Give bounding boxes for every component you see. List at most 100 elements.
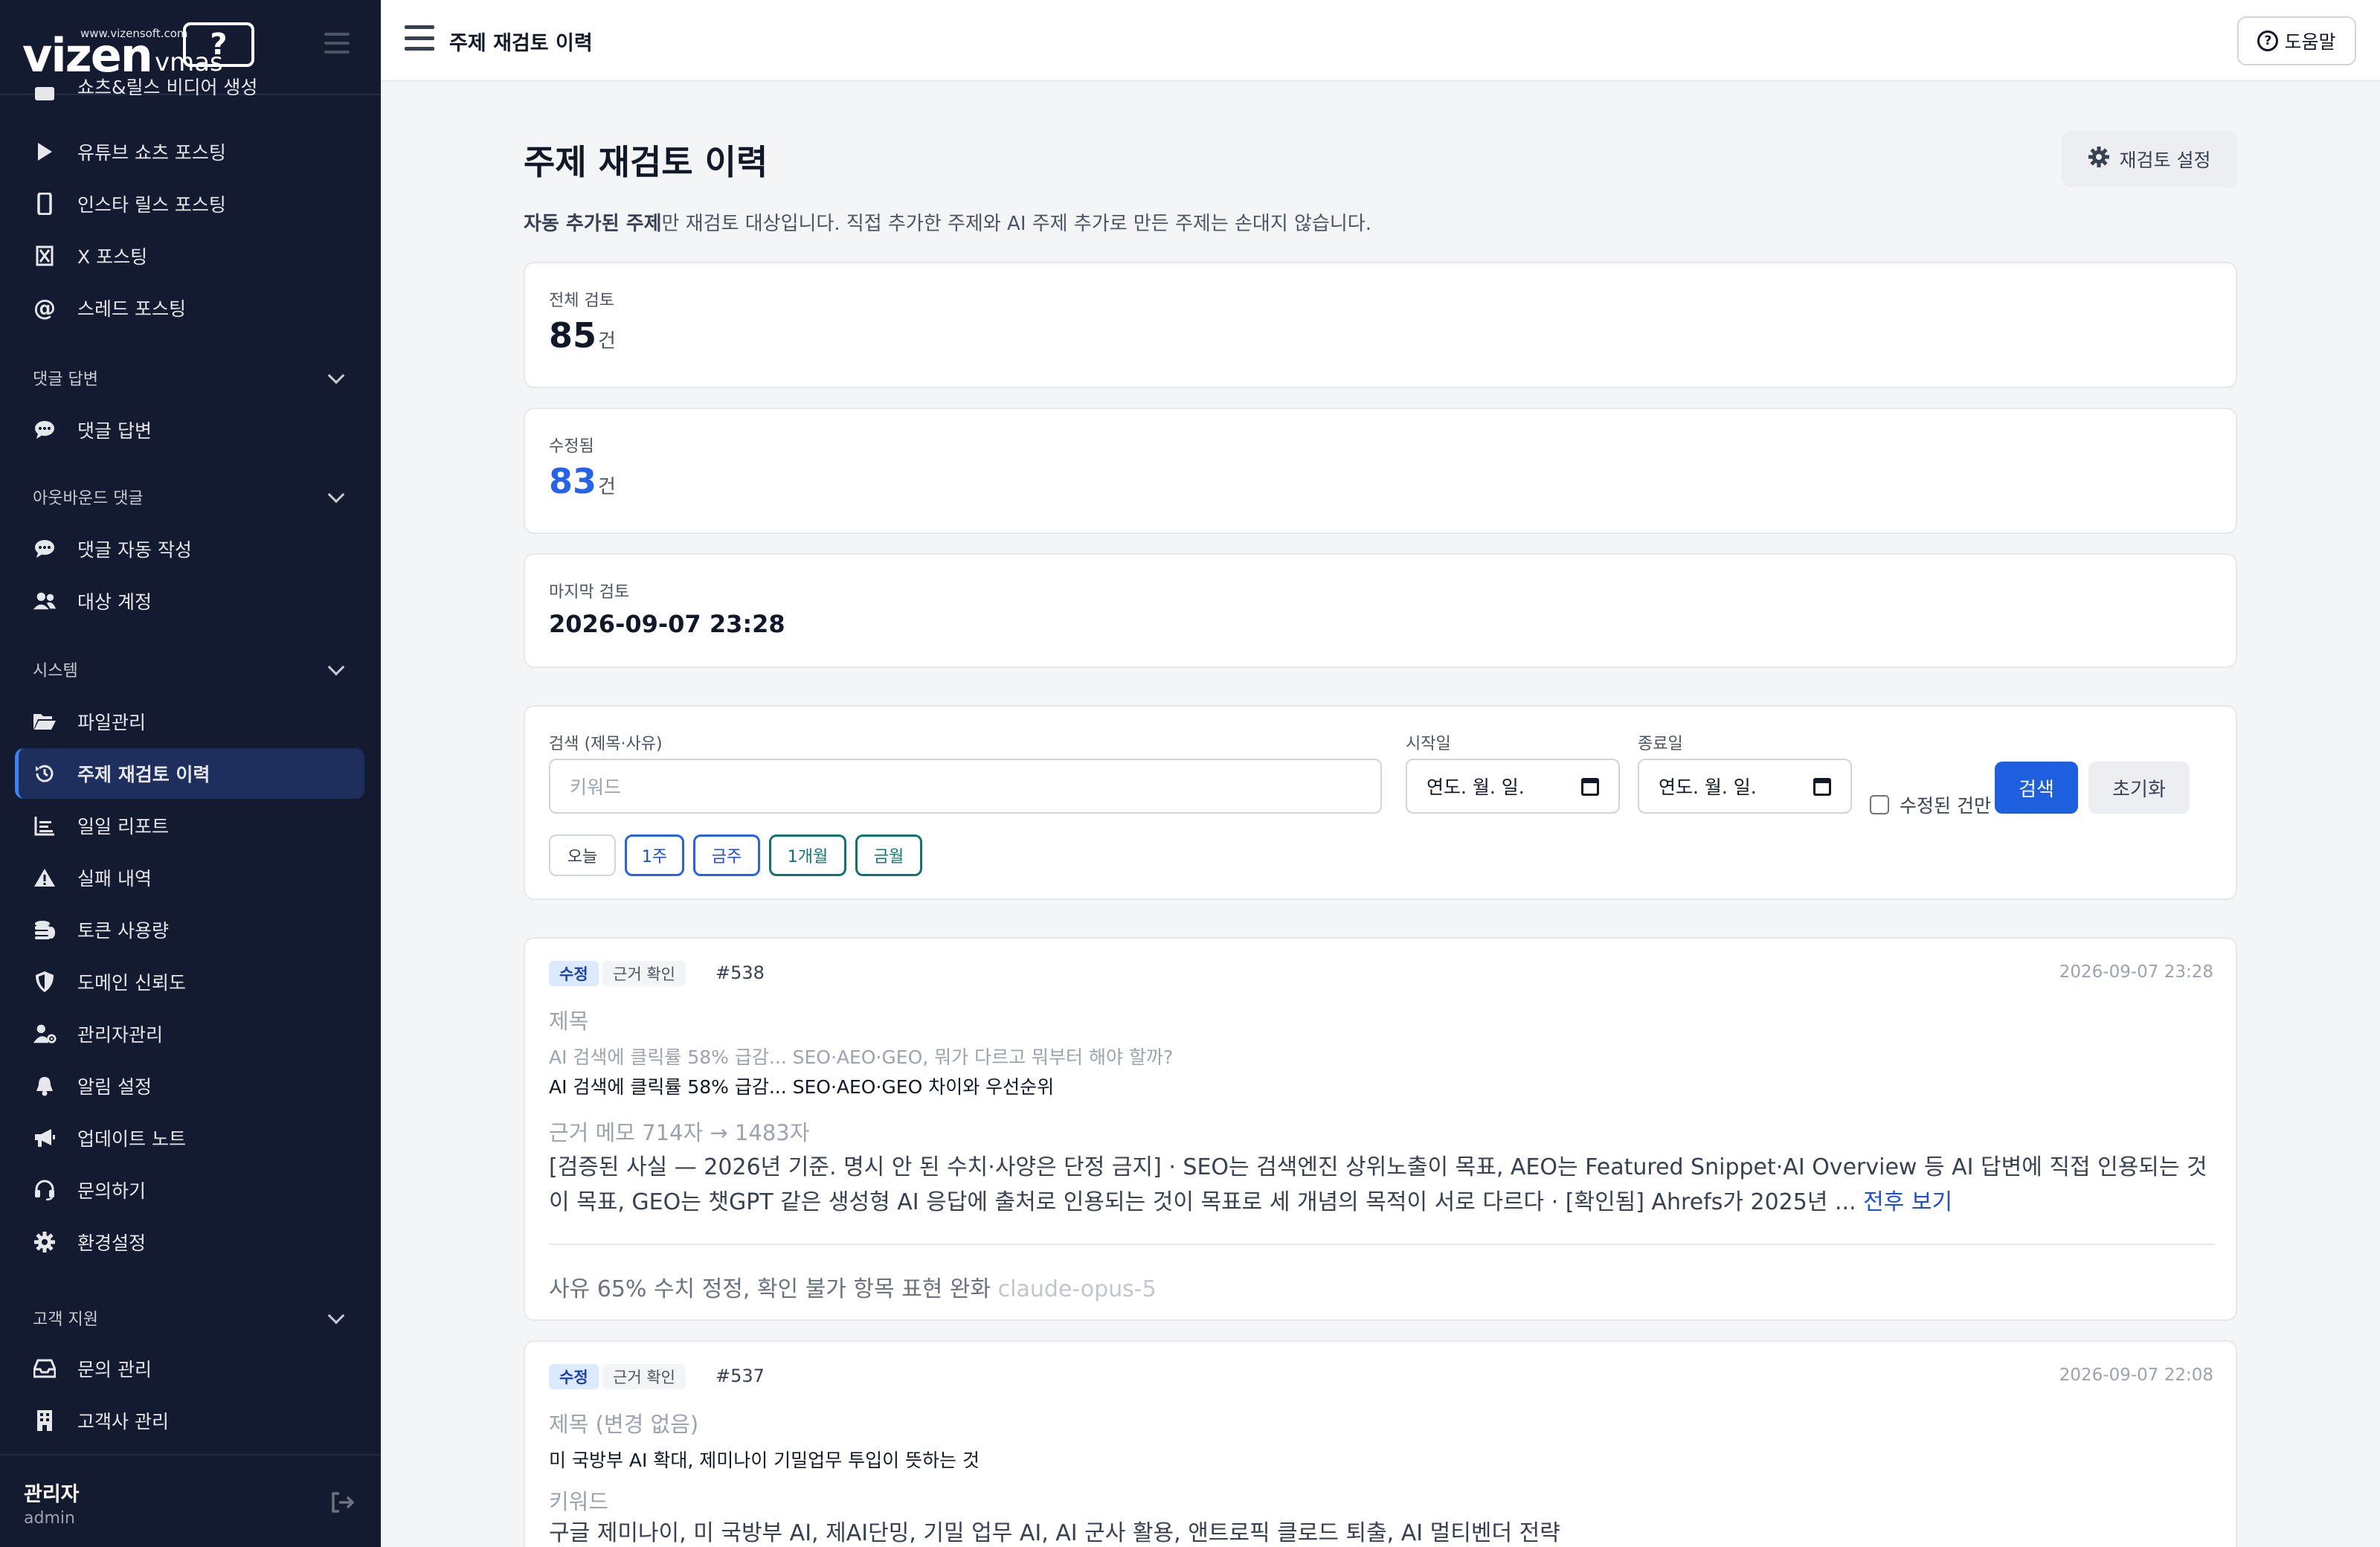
- stat-card-total: 전체 검토 85건: [524, 262, 2237, 388]
- gear-icon: [2088, 147, 2109, 172]
- help-button[interactable]: ? 도움말: [2237, 16, 2356, 65]
- sidebar-item-daily-report[interactable]: 일일 리포트: [15, 800, 364, 851]
- record-id: #537: [715, 1366, 765, 1386]
- title: 미 국방부 AI 확대, 제미나이 기밀업무 투입이 뜻하는 것: [549, 1450, 980, 1471]
- sidebar-item-label: 토큰 사용량: [77, 920, 169, 942]
- sidebar-item-inquiry-management[interactable]: 문의 관리: [15, 1343, 364, 1394]
- stat-number: 85: [549, 315, 597, 356]
- sidebar-user-panel: 관리자 admin: [0, 1454, 381, 1547]
- calendar-icon[interactable]: [1581, 778, 1599, 796]
- chevron-down-icon: [327, 1307, 345, 1325]
- sidebar-item-notification-settings[interactable]: 알림 설정: [15, 1061, 364, 1111]
- before-after-link[interactable]: 전후 보기: [1863, 1189, 1952, 1215]
- user-role: admin: [24, 1509, 75, 1528]
- review-record-card: 수정 근거 확인 #537 2026-09-07 22:08 제목 (변경 없음…: [524, 1340, 2237, 1547]
- sidebar-item-update-notes[interactable]: 업데이트 노트: [15, 1113, 364, 1163]
- megaphone-icon: [33, 1126, 57, 1150]
- record-date: 2026-09-07 22:08: [2059, 1366, 2213, 1385]
- warning-icon: [33, 866, 57, 890]
- comment-icon: [33, 418, 57, 442]
- range-this-week-button[interactable]: 금주: [693, 834, 760, 876]
- record-id: #538: [715, 962, 765, 983]
- section-title: 댓글 답변: [33, 370, 98, 389]
- sidebar-item-admin-management[interactable]: 관리자관리: [15, 1009, 364, 1059]
- history-icon: [33, 762, 57, 785]
- sidebar-item-label: 도메인 신뢰도: [77, 972, 186, 994]
- sidebar-item-auto-comment[interactable]: 댓글 자동 작성: [15, 524, 364, 574]
- end-date-input[interactable]: 연도. 월. 일.: [1638, 759, 1852, 814]
- title-section-label: 제목: [549, 1009, 589, 1034]
- main-content: 주제 재검토 이력 재검토 설정 자동 추가된 주제만 재검토 대상입니다. 직…: [381, 82, 2380, 1547]
- sidebar-item-contact[interactable]: 문의하기: [15, 1165, 364, 1215]
- sidebar-item-label: 고객사 관리: [77, 1411, 169, 1432]
- sidebar-item-file-management[interactable]: 파일관리: [15, 696, 364, 747]
- sidebar-item-label: 대상 계정: [77, 591, 152, 613]
- range-1month-button[interactable]: 1개월: [769, 834, 846, 876]
- sidebar-item-domain-trust[interactable]: 도메인 신뢰도: [15, 956, 364, 1007]
- section-customer-support[interactable]: 고객 지원: [33, 1303, 353, 1333]
- sidebar-item-shorts-video[interactable]: 쇼츠&릴스 비디어 생성: [15, 73, 364, 106]
- keywords-list: 구글 제미나이, 미 국방부 AI, 제AI단밍, 기밀 업무 AI, AI 군…: [549, 1520, 1560, 1546]
- start-date-input[interactable]: 연도. 월. 일.: [1406, 759, 1620, 814]
- vizen-logo[interactable]: www.vizensoft.com vizen vmas ?: [22, 19, 254, 79]
- new-title: AI 검색에 클릭률 58% 급감... SEO·AEO·GEO 차이와 우선순…: [549, 1076, 1055, 1098]
- sidebar-item-label: 문의 관리: [77, 1359, 152, 1380]
- stat-value: 2026-09-07 23:28: [549, 610, 785, 638]
- range-today-button[interactable]: 오늘: [549, 834, 616, 876]
- shield-icon: [33, 970, 57, 994]
- range-1week-button[interactable]: 1주: [625, 834, 684, 876]
- user-gear-icon: [33, 1022, 57, 1046]
- section-outbound-comment[interactable]: 아웃바운드 댓글: [33, 482, 353, 512]
- sidebar-item-label: 인스타 릴스 포스팅: [77, 194, 226, 216]
- checkbox-box[interactable]: [1870, 795, 1889, 814]
- page-description: 자동 추가된 주제만 재검토 대상입니다. 직접 추가한 주제와 AI 주제 추…: [524, 208, 1371, 236]
- sidebar-item-youtube-shorts[interactable]: 유튜브 쇼츠 포스팅: [15, 126, 364, 177]
- calendar-icon[interactable]: [1813, 778, 1831, 796]
- sidebar-item-threads[interactable]: @ 스레드 포스팅: [15, 283, 364, 333]
- review-settings-button[interactable]: 재검토 설정: [2062, 131, 2237, 187]
- sidebar-item-target-accounts[interactable]: 대상 계정: [15, 576, 364, 626]
- at-sign-icon: @: [33, 295, 56, 321]
- sidebar-item-comment-reply[interactable]: 댓글 답변: [15, 405, 364, 455]
- sidebar-item-label: 댓글 자동 작성: [77, 539, 192, 561]
- sidebar-collapse-button[interactable]: [324, 33, 350, 54]
- end-date-value: 연도. 월. 일.: [1659, 776, 1757, 798]
- help-button-label: 도움말: [2284, 31, 2336, 53]
- range-this-month-button[interactable]: 금월: [855, 834, 922, 876]
- evidence-checked-badge: 근거 확인: [602, 961, 686, 986]
- sidebar-item-insta-reels[interactable]: 인스타 릴스 포스팅: [15, 178, 364, 229]
- reason-text: 사유 65% 수치 정정, 확인 불가 항목 표현 완화: [549, 1276, 991, 1302]
- sidebar-item-label: 실패 내역: [77, 868, 152, 890]
- sidebar-item-topic-review-history[interactable]: 주제 재검토 이력: [15, 748, 364, 799]
- filter-card: 검색 (제목·사유) 키워드 시작일 연도. 월. 일. 종료일 연도. 월. …: [524, 705, 2237, 900]
- sidebar-item-label: 일일 리포트: [77, 816, 169, 837]
- sidebar-item-label: 문의하기: [77, 1180, 147, 1202]
- sidebar-item-label: 알림 설정: [77, 1076, 152, 1098]
- menu-toggle-icon[interactable]: [405, 25, 434, 51]
- sidebar-item-label: 유튜브 쇼츠 포스팅: [77, 142, 226, 164]
- section-system[interactable]: 시스템: [33, 654, 353, 684]
- search-input[interactable]: 키워드: [549, 759, 1382, 814]
- user-name: 관리자: [24, 1483, 80, 1506]
- modified-only-checkbox[interactable]: 수정된 건만: [1870, 791, 1991, 818]
- sidebar-item-token-usage[interactable]: 토큰 사용량: [15, 904, 364, 955]
- sidebar-item-failure-log[interactable]: 실패 내역: [15, 852, 364, 903]
- section-comment-reply[interactable]: 댓글 답변: [33, 363, 353, 393]
- sidebar-item-client-management[interactable]: 고객사 관리: [15, 1395, 364, 1446]
- stat-value: 83건: [549, 461, 616, 501]
- sidebar-item-label: X 포스팅: [77, 246, 148, 268]
- reset-button[interactable]: 초기화: [2088, 762, 2190, 814]
- review-record-card: 수정 근거 확인 #538 2026-09-07 23:28 제목 AI 검색에…: [524, 937, 2237, 1321]
- memo-section-label: 근거 메모 714자 → 1483자: [549, 1120, 810, 1145]
- sidebar-item-preferences[interactable]: 환경설정: [15, 1217, 364, 1267]
- sidebar-item-label: 파일관리: [77, 712, 147, 733]
- chevron-down-icon: [327, 658, 345, 676]
- reason-line: 사유 65% 수치 정정, 확인 불가 항목 표현 완화 claude-opus…: [549, 1270, 1157, 1303]
- logout-icon[interactable]: [330, 1491, 355, 1514]
- stat-label: 수정됨: [549, 437, 594, 456]
- sidebar-item-x-posting[interactable]: X 포스팅: [15, 231, 364, 281]
- search-button[interactable]: 검색: [1995, 762, 2078, 814]
- topbar: 주제 재검토 이력 ? 도움말: [381, 0, 2380, 82]
- x-logo-icon: [33, 244, 57, 268]
- modified-badge: 수정: [549, 961, 599, 986]
